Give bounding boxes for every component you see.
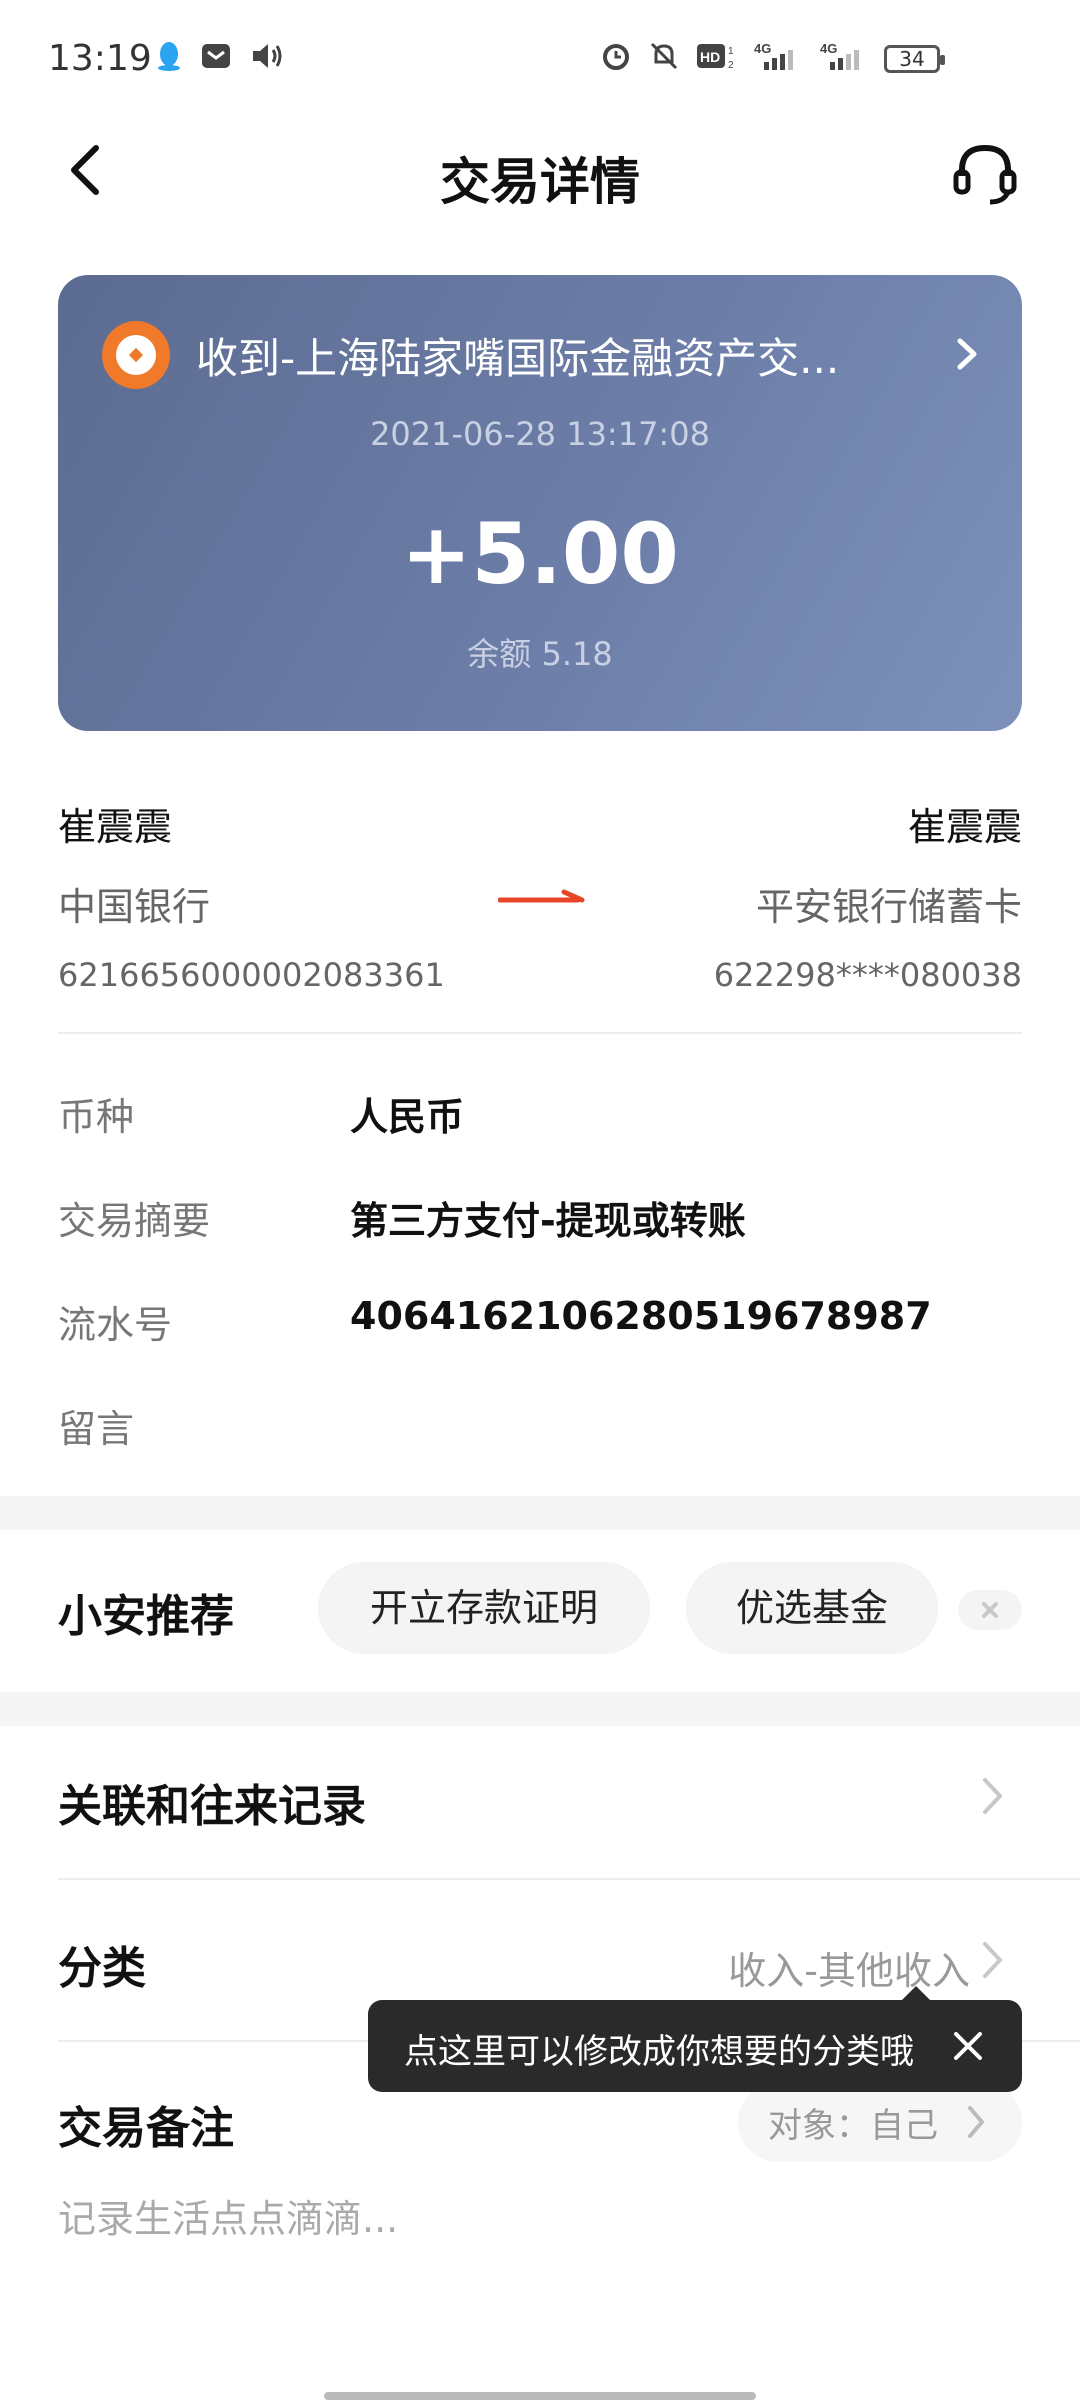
note-input[interactable]: 记录生活点点滴滴... [58,2188,398,2243]
deposit-certificate-chip[interactable]: 开立存款证明 [318,1562,650,1654]
summary-label: 交易摘要 [58,1199,211,1243]
hd-icon: HD 1 2 [697,44,734,71]
chevron-right-icon[interactable] [980,1774,1006,1818]
category-value[interactable]: 收入-其他收入 [728,1940,970,1995]
4g-signal-icon-2: 4G [820,41,859,70]
divider [58,1032,1022,1034]
divider [58,1878,1080,1880]
tooltip-text: 点这里可以修改成你想要的分类哦 [404,2032,914,2072]
currency-value: 人民币 [350,1095,465,1139]
message-label: 留言 [58,1407,135,1451]
svg-text:4G: 4G [820,41,837,56]
payer-account: 6216656000002083361 [58,956,445,994]
selected-funds-chip[interactable]: 优选基金 [686,1562,938,1654]
transaction-amount: +5.00 [401,505,679,603]
account-balance: 余额 5.18 [467,635,613,673]
svg-text:2: 2 [728,60,734,71]
payee-bank: 平安银行储蓄卡 [755,885,1022,929]
section-separator [0,1496,1080,1530]
serial-number-label: 流水号 [58,1303,173,1347]
transaction-card[interactable]: 收到-上海陆家嘴国际金融资产交... 2021-06-28 13:17:08 +… [58,275,1022,731]
merchant-logo-icon [102,321,170,389]
transaction-note-label: 交易备注 [58,2103,234,2154]
chevron-right-icon [968,2106,984,2138]
close-icon[interactable] [948,2026,988,2066]
chevron-right-icon[interactable] [980,1938,1006,1982]
svg-text:HD: HD [700,49,720,65]
status-bar: 13:19 HD 1 2 4G 4G 34 [0,0,1080,120]
note-target-text: 对象：自己 [768,2106,938,2146]
page-title: 交易详情 [440,153,640,211]
svg-text:1: 1 [728,46,734,57]
close-icon [982,1602,998,1618]
qq-icon [158,42,180,71]
svg-text:4G: 4G [754,41,771,56]
mute-bell-icon [650,42,678,70]
chevron-right-icon [957,338,977,370]
summary-value: 第三方支付-提现或转账 [350,1199,746,1243]
4g-signal-icon: 4G [754,41,793,70]
payee-name: 崔震震 [907,805,1022,849]
alarm-icon [603,44,629,70]
recommend-title: 小安推荐 [58,1591,234,1642]
battery-icon: 34 [884,45,945,73]
status-right-icons: HD 1 2 4G 4G [600,40,870,72]
related-records-row[interactable]: 关联和往来记录 [58,1770,366,1834]
transaction-datetime: 2021-06-28 13:17:08 [370,415,710,453]
transfer-arrow-icon [498,889,585,903]
payer-name: 崔震震 [58,805,173,849]
speaker-icon [253,44,282,68]
mail-icon [202,44,230,68]
status-left-icons [156,40,284,72]
transaction-title: 收到-上海陆家嘴国际金融资产交... [196,334,840,383]
serial-number-value: 406416210628051967898​7 [350,1294,932,1338]
payee-account: 622298****080038 [713,956,1022,994]
category-tooltip: 点这里可以修改成你想要的分类哦 [368,1986,1022,2092]
currency-label: 币种 [58,1095,135,1139]
recommend-close-button[interactable] [958,1590,1022,1630]
note-target-selector[interactable]: 对象：自己 [738,2082,1022,2162]
payer-bank: 中国银行 [58,885,211,929]
section-separator [0,1692,1080,1726]
category-label: 分类 [58,1943,146,1994]
home-indicator[interactable] [324,2392,756,2400]
customer-service-icon[interactable] [950,138,1020,208]
status-time: 13:19 [48,38,152,79]
